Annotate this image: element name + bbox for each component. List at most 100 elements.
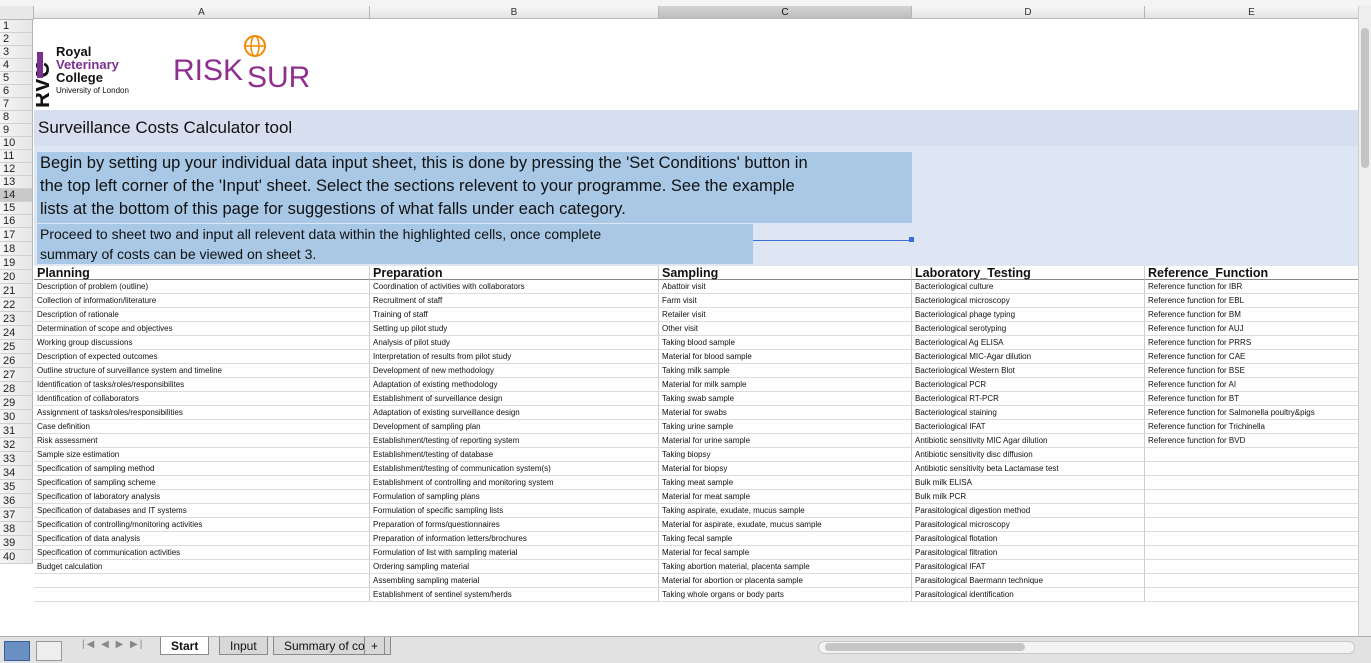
table-cell[interactable]: Risk assessment bbox=[34, 434, 370, 448]
table-cell[interactable]: Reference function for Trichinella bbox=[1145, 420, 1359, 434]
row-header[interactable]: 4 bbox=[0, 59, 33, 72]
row-header[interactable]: 35 bbox=[0, 480, 33, 494]
column-header-d[interactable]: D bbox=[912, 6, 1145, 19]
table-cell[interactable]: Taking aspirate, exudate, mucus sample bbox=[659, 504, 912, 518]
table-cell[interactable]: Establishment of sentinel system/herds bbox=[370, 588, 659, 602]
table-cell[interactable]: Reference function for BM bbox=[1145, 308, 1359, 322]
table-cell[interactable]: Reference function for AI bbox=[1145, 378, 1359, 392]
row-header[interactable]: 29 bbox=[0, 396, 33, 410]
row-header[interactable]: 26 bbox=[0, 354, 33, 368]
table-cell[interactable]: Taking swab sample bbox=[659, 392, 912, 406]
select-all-corner[interactable] bbox=[0, 6, 34, 20]
table-cell[interactable]: Reference function for Salmonella poultr… bbox=[1145, 406, 1359, 420]
table-cell[interactable]: Bacteriological MIC-Agar dilution bbox=[912, 350, 1145, 364]
vertical-scroll-thumb[interactable] bbox=[1361, 28, 1369, 168]
table-cell[interactable] bbox=[1145, 546, 1359, 560]
table-cell[interactable]: Bacteriological Ag ELISA bbox=[912, 336, 1145, 350]
row-header[interactable]: 22 bbox=[0, 298, 33, 312]
table-cell[interactable]: Establishment/testing of database bbox=[370, 448, 659, 462]
table-cell[interactable]: Specification of sampling scheme bbox=[34, 476, 370, 490]
table-cell[interactable]: Material for swabs bbox=[659, 406, 912, 420]
column-header-c[interactable]: C bbox=[659, 6, 912, 19]
table-cell[interactable] bbox=[1145, 448, 1359, 462]
table-cell[interactable]: Antibiotic sensitivity disc diffusion bbox=[912, 448, 1145, 462]
table-cell[interactable]: Reference function for AUJ bbox=[1145, 322, 1359, 336]
table-cell[interactable]: Description of rationale bbox=[34, 308, 370, 322]
table-cell[interactable] bbox=[1145, 504, 1359, 518]
table-cell[interactable]: Bulk milk PCR bbox=[912, 490, 1145, 504]
row-header[interactable]: 28 bbox=[0, 382, 33, 396]
table-cell[interactable]: Working group discussions bbox=[34, 336, 370, 350]
table-cell[interactable]: Bacteriological phage typing bbox=[912, 308, 1145, 322]
table-cell[interactable]: Taking abortion material, placenta sampl… bbox=[659, 560, 912, 574]
table-cell[interactable]: Material for meat sample bbox=[659, 490, 912, 504]
table-cell[interactable]: Taking meat sample bbox=[659, 476, 912, 490]
table-cell[interactable]: Bacteriological Western Blot bbox=[912, 364, 1145, 378]
table-cell[interactable]: Specification of laboratory analysis bbox=[34, 490, 370, 504]
row-header[interactable]: 1 bbox=[0, 20, 33, 33]
table-cell[interactable]: Bacteriological microscopy bbox=[912, 294, 1145, 308]
table-cell[interactable]: Reference function for IBR bbox=[1145, 280, 1359, 294]
table-cell[interactable]: Parasitological flotation bbox=[912, 532, 1145, 546]
table-cell[interactable]: Collection of information/literature bbox=[34, 294, 370, 308]
table-cell[interactable]: Establishment/testing of reporting syste… bbox=[370, 434, 659, 448]
first-sheet-icon[interactable]: |◀ bbox=[82, 639, 96, 650]
table-cell[interactable]: Assembling sampling material bbox=[370, 574, 659, 588]
row-header[interactable]: 21 bbox=[0, 284, 33, 298]
table-cell[interactable]: Parasitological identification bbox=[912, 588, 1145, 602]
tab-input[interactable]: Input bbox=[219, 637, 268, 655]
row-header[interactable]: 38 bbox=[0, 522, 33, 536]
table-cell[interactable]: Taking fecal sample bbox=[659, 532, 912, 546]
table-cell[interactable] bbox=[1145, 490, 1359, 504]
row-header[interactable]: 33 bbox=[0, 452, 33, 466]
table-cell[interactable]: Parasitological digestion method bbox=[912, 504, 1145, 518]
table-cell[interactable]: Training of staff bbox=[370, 308, 659, 322]
horizontal-scrollbar[interactable] bbox=[818, 641, 1355, 654]
row-header[interactable]: 31 bbox=[0, 424, 33, 438]
row-header[interactable]: 2 bbox=[0, 33, 33, 46]
table-header-cell[interactable]: Laboratory_Testing bbox=[912, 266, 1145, 280]
table-cell[interactable]: Recruitment of staff bbox=[370, 294, 659, 308]
table-cell[interactable]: Development of new methodology bbox=[370, 364, 659, 378]
row-header[interactable]: 36 bbox=[0, 494, 33, 508]
table-cell[interactable] bbox=[1145, 588, 1359, 602]
sheet-nav-arrows[interactable]: |◀ ◀ ▶ ▶| bbox=[82, 639, 144, 650]
table-header-cell[interactable]: Planning bbox=[34, 266, 370, 280]
selection-handle[interactable] bbox=[909, 237, 914, 242]
table-cell[interactable]: Material for biopsy bbox=[659, 462, 912, 476]
table-cell[interactable]: Interpretation of results from pilot stu… bbox=[370, 350, 659, 364]
instruction-note-2[interactable]: Proceed to sheet two and input all relev… bbox=[37, 224, 753, 264]
table-cell[interactable] bbox=[1145, 574, 1359, 588]
table-cell[interactable]: Adaptation of existing methodology bbox=[370, 378, 659, 392]
row-header[interactable]: 9 bbox=[0, 124, 33, 137]
table-cell[interactable]: Formulation of specific sampling lists bbox=[370, 504, 659, 518]
table-cell[interactable]: Material for abortion or placenta sample bbox=[659, 574, 912, 588]
row-header[interactable]: 13 bbox=[0, 176, 33, 189]
table-cell[interactable]: Identification of tasks/roles/responsibi… bbox=[34, 378, 370, 392]
row-header[interactable]: 11 bbox=[0, 150, 33, 163]
prev-sheet-icon[interactable]: ◀ bbox=[101, 639, 111, 650]
row-header[interactable]: 7 bbox=[0, 98, 33, 111]
vertical-scrollbar[interactable] bbox=[1358, 6, 1371, 636]
table-cell[interactable]: Specification of sampling method bbox=[34, 462, 370, 476]
table-cell[interactable]: Taking milk sample bbox=[659, 364, 912, 378]
table-cell[interactable]: Reference function for BT bbox=[1145, 392, 1359, 406]
table-cell[interactable]: Reference function for PRRS bbox=[1145, 336, 1359, 350]
table-cell[interactable]: Establishment/testing of communication s… bbox=[370, 462, 659, 476]
table-cell[interactable]: Specification of data analysis bbox=[34, 532, 370, 546]
row-header[interactable]: 27 bbox=[0, 368, 33, 382]
table-cell[interactable]: Description of expected outcomes bbox=[34, 350, 370, 364]
row-header[interactable]: 24 bbox=[0, 326, 33, 340]
table-cell[interactable]: Bacteriological serotyping bbox=[912, 322, 1145, 336]
table-cell[interactable]: Specification of communication activitie… bbox=[34, 546, 370, 560]
table-cell[interactable]: Ordering sampling material bbox=[370, 560, 659, 574]
column-header-a[interactable]: A bbox=[34, 6, 370, 19]
row-header[interactable]: 30 bbox=[0, 410, 33, 424]
table-cell[interactable]: Analysis of pilot study bbox=[370, 336, 659, 350]
table-cell[interactable] bbox=[34, 588, 370, 602]
table-cell[interactable]: Material for aspirate, exudate, mucus sa… bbox=[659, 518, 912, 532]
table-cell[interactable]: Specification of controlling/monitoring … bbox=[34, 518, 370, 532]
row-header[interactable]: 5 bbox=[0, 72, 33, 85]
row-header[interactable]: 34 bbox=[0, 466, 33, 480]
table-cell[interactable]: Reference function for CAE bbox=[1145, 350, 1359, 364]
